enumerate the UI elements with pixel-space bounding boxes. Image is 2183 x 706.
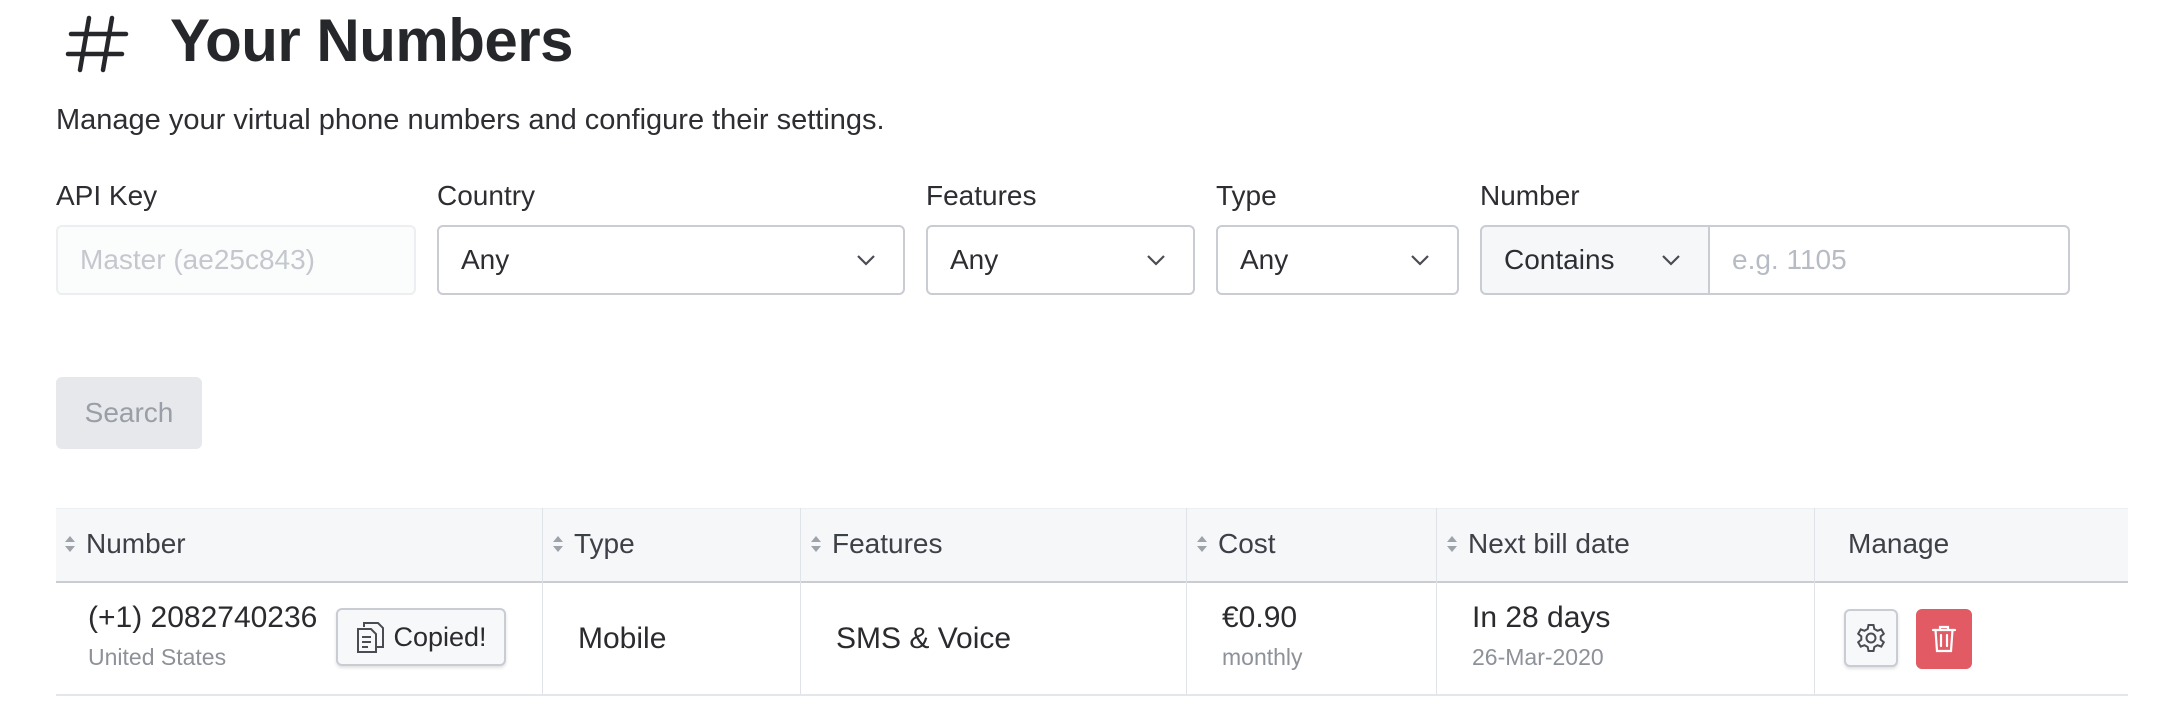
copy-number-button[interactable]: Copied! (336, 608, 506, 666)
type-label: Type (1216, 180, 1277, 211)
clipboard-icon (357, 622, 385, 653)
column-divider (1814, 508, 1815, 696)
api-key-field: Master (ae25c843) (56, 225, 416, 295)
country-label: Country (437, 180, 536, 211)
number-search-input[interactable]: e.g. 1105 (1710, 225, 2070, 295)
row-divider (56, 694, 2128, 696)
column-header-label: Next bill date (1468, 528, 1630, 559)
column-header-label: Cost (1218, 528, 1276, 559)
chevron-down-icon (1662, 255, 1680, 266)
sort-icon (65, 536, 75, 552)
phone-number: (+1) 2082740236 (88, 601, 318, 634)
column-header-next-bill-date[interactable]: Next bill date (1446, 508, 1630, 580)
cost-period: monthly (1222, 644, 1303, 670)
delete-button[interactable] (1916, 609, 1972, 669)
table-header (56, 508, 2128, 583)
chevron-down-icon (1147, 255, 1165, 266)
column-header-type[interactable]: Type (552, 508, 635, 580)
column-header-cost[interactable]: Cost (1196, 508, 1276, 580)
gear-icon (1856, 624, 1886, 652)
api-key-placeholder: Master (ae25c843) (80, 244, 316, 275)
next-bill-date: 26-Mar-2020 (1472, 644, 1604, 670)
column-header-label: Manage (1848, 528, 1950, 559)
api-key-label: API Key (56, 180, 158, 211)
features-value: Any (950, 244, 999, 275)
trash-icon (1931, 625, 1957, 653)
chevron-down-icon (857, 255, 875, 266)
number-match-select[interactable]: Contains (1480, 225, 1710, 295)
sort-icon (1447, 536, 1457, 552)
column-header-features[interactable]: Features (810, 508, 943, 580)
column-header-manage: Manage (1848, 508, 1949, 580)
number-country: United States (88, 644, 227, 670)
column-header-label: Number (86, 528, 186, 559)
page-subtitle: Manage your virtual phone numbers and co… (56, 104, 885, 136)
column-divider (1186, 508, 1187, 696)
features-select[interactable]: Any (926, 225, 1195, 295)
copy-button-label: Copied! (393, 621, 487, 652)
sort-icon (553, 536, 563, 552)
country-value: Any (461, 244, 510, 275)
column-divider (542, 508, 543, 696)
next-bill-relative: In 28 days (1472, 601, 1611, 634)
search-button[interactable]: Search (56, 377, 202, 449)
column-header-label: Type (574, 528, 635, 559)
sort-icon (811, 536, 821, 552)
country-select[interactable]: Any (437, 225, 905, 295)
number-features: SMS & Voice (836, 622, 1012, 655)
column-divider (800, 508, 801, 696)
chevron-down-icon (1411, 255, 1429, 266)
page-title-row: Your Numbers (56, 0, 573, 80)
column-header-number[interactable]: Number (64, 508, 186, 580)
number-search-placeholder: e.g. 1105 (1732, 244, 1847, 275)
number-label: Number (1480, 180, 1580, 211)
column-header-label: Features (832, 528, 943, 559)
type-select[interactable]: Any (1216, 225, 1459, 295)
features-label: Features (926, 180, 1037, 211)
hash-icon (56, 0, 136, 80)
number-match-value: Contains (1504, 244, 1615, 275)
number-cost: €0.90 (1222, 601, 1298, 634)
column-divider (1436, 508, 1437, 696)
type-value: Any (1240, 244, 1289, 275)
number-type: Mobile (578, 622, 667, 655)
numbers-table: Number Type Features Cost Next bill date… (56, 508, 2128, 698)
page-title: Your Numbers (170, 6, 573, 74)
settings-button[interactable] (1844, 609, 1898, 667)
sort-icon (1197, 536, 1207, 552)
